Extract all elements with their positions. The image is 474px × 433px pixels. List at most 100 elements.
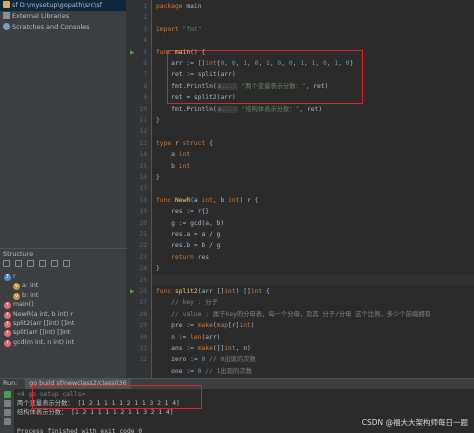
code-token: func xyxy=(156,48,175,56)
structure-item-label: main() xyxy=(13,301,34,309)
code-token: map xyxy=(216,322,229,330)
structure-item[interactable]: f split2(arr []int) []int xyxy=(0,319,127,328)
code-token: NewR xyxy=(174,196,191,204)
code-token: a...: xyxy=(216,82,238,90)
code-token: r xyxy=(174,139,183,147)
code-line: one := 0 // 1出现的次数 xyxy=(156,366,252,377)
structure-badge: v xyxy=(13,292,20,300)
line-number: 20 xyxy=(139,219,147,227)
stop-icon[interactable] xyxy=(3,400,11,407)
project-item[interactable]: Scratches and Consoles xyxy=(0,22,126,33)
structure-header: Structure xyxy=(0,248,127,258)
code-token: int xyxy=(250,288,263,295)
code-line: type r struct { xyxy=(156,138,213,149)
code-token: [r] xyxy=(228,322,240,330)
line-number: 8 xyxy=(143,82,147,90)
structure-item[interactable]: v b: int xyxy=(0,291,127,300)
structure-badge: f xyxy=(4,302,11,310)
code-token: } xyxy=(156,117,160,124)
code-token: n := xyxy=(156,333,191,341)
expand-icon[interactable] xyxy=(39,260,46,267)
structure-item[interactable]: f gcd(m int, n int) int xyxy=(0,338,127,347)
code-line: ret = split2(arr) xyxy=(156,92,236,103)
line-number: 23 xyxy=(139,253,147,261)
code-token: ret = split2(arr) xyxy=(156,94,236,102)
run-gutter-icon[interactable]: ▶ xyxy=(130,288,135,295)
structure-badge: f xyxy=(4,320,11,328)
project-item-label: Scratches and Consoles xyxy=(12,23,90,31)
structure-item[interactable]: v a: int xyxy=(0,281,127,291)
code-token: main xyxy=(174,48,191,56)
code-token: (a xyxy=(190,196,202,204)
code-line: g := gcd(a, b) xyxy=(156,218,224,229)
pin-icon[interactable] xyxy=(3,418,11,425)
code-token: ) r { xyxy=(239,196,259,204)
code-line: package main xyxy=(156,1,202,12)
code-token: fmt.Println( xyxy=(156,105,217,113)
structure-item[interactable]: Tr xyxy=(0,272,127,281)
line-number: 28 xyxy=(139,310,147,318)
code-token: // value : 属于key的分母表，每一个分母，及其 分子/分母 这个比例… xyxy=(156,310,431,318)
structure-item[interactable]: f main() xyxy=(0,300,127,310)
code-line: fmt.Println(a...: "结构体表示分数：", ret) xyxy=(156,104,322,115)
line-number: 19 xyxy=(139,208,147,216)
line-number: 9 xyxy=(143,94,147,102)
filter-icon[interactable] xyxy=(27,260,34,267)
code-token: int xyxy=(178,162,191,170)
library-icon xyxy=(3,12,10,19)
scroll-icon[interactable] xyxy=(3,409,11,416)
code-token: (arr [] xyxy=(197,288,225,295)
code-token: // 0出现的次数 xyxy=(205,356,256,364)
run-gutter-icon[interactable]: ▶ xyxy=(130,49,135,56)
code-token: , b xyxy=(212,196,229,204)
code-token: ) [] xyxy=(235,288,251,295)
code-token: , ret) xyxy=(305,82,329,90)
code-line: // key : 分子 xyxy=(156,297,218,308)
code-token: g := gcd(a, b) xyxy=(156,219,225,227)
sort-icon[interactable] xyxy=(3,260,10,267)
code-token: int xyxy=(178,151,191,159)
code-token: make xyxy=(197,322,213,330)
code-editor[interactable]: package main import "fmt" func main() { ar… xyxy=(152,0,474,378)
structure-item[interactable]: f NewR(a int, b int) r xyxy=(0,310,127,319)
code-token: () { xyxy=(190,48,206,56)
line-number: 10 xyxy=(139,105,147,113)
code-token: int xyxy=(224,288,236,295)
structure-title: Structure xyxy=(3,250,34,258)
line-number: 13 xyxy=(139,139,147,147)
project-item[interactable]: External Libraries xyxy=(0,11,126,22)
code-token: func xyxy=(156,288,175,295)
structure-item-label: r xyxy=(13,273,16,280)
line-number: 14 xyxy=(139,151,147,159)
structure-badge: T xyxy=(4,274,11,281)
structure-item[interactable]: f split(arr []int) []int xyxy=(0,328,127,338)
code-token: make xyxy=(197,345,213,352)
line-number: 16 xyxy=(139,174,147,181)
line-number: 27 xyxy=(139,299,147,307)
line-number: 30 xyxy=(139,333,147,341)
run-toolbar xyxy=(0,389,14,433)
code-token: int xyxy=(228,196,240,204)
code-token: "fmt" xyxy=(182,25,202,33)
structure-item-label: split(arr []int) []int xyxy=(13,329,71,337)
project-item[interactable]: sf D:\mysetup\gopath\src\sf xyxy=(0,0,126,11)
code-token: "结构体表示分数：" xyxy=(237,105,300,113)
code-token: } xyxy=(349,60,354,67)
line-number: 29 xyxy=(139,322,147,330)
structure-item-label: split2(arr []int) []int xyxy=(13,319,75,327)
code-line: res.a = a / g xyxy=(156,229,220,240)
line-number: 2 xyxy=(143,14,147,22)
code-token: zero := xyxy=(156,356,202,364)
structure-item-label: NewR(a int, b int) r xyxy=(13,310,73,318)
sort-alpha-icon[interactable] xyxy=(15,260,22,267)
collapse-icon[interactable] xyxy=(51,260,58,267)
code-line: } xyxy=(156,115,160,126)
settings-icon[interactable] xyxy=(63,260,70,267)
rerun-icon[interactable] xyxy=(3,391,11,398)
code-token: int xyxy=(224,345,236,352)
code-token: // key : 分子 xyxy=(156,299,218,307)
code-line: } xyxy=(156,263,160,274)
code-line: func main() { xyxy=(156,47,205,58)
code-token: , xyxy=(258,60,267,67)
